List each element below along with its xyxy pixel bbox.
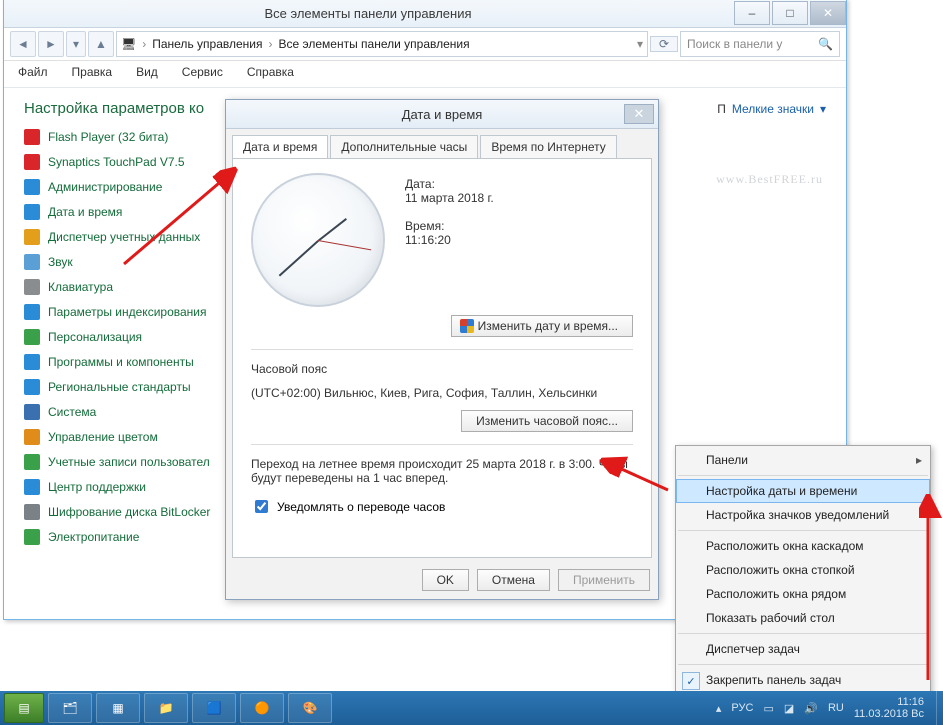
system-tray: ▴ РУС ▭ ◪ 🔊 RU 11:16 11.03.2018 Вс bbox=[716, 696, 932, 720]
tray-date: 11.03.2018 Вс bbox=[854, 708, 924, 720]
taskbar: ▤ 🗂 ▦ 📁 🟦 🟠 🎨 ▴ РУС ▭ ◪ 🔊 RU 11:16 11.03… bbox=[0, 691, 943, 725]
tray-lang-small[interactable]: РУС bbox=[731, 702, 753, 714]
taskbar-app-3[interactable]: 📁 bbox=[144, 693, 188, 723]
tray-lang[interactable]: RU bbox=[828, 702, 844, 714]
taskbar-app-5[interactable]: 🟠 bbox=[240, 693, 284, 723]
tray-volume-icon[interactable]: 🔊 bbox=[804, 702, 818, 715]
tray-chevron-icon[interactable]: ▴ bbox=[716, 702, 722, 715]
taskbar-app-4[interactable]: 🟦 bbox=[192, 693, 236, 723]
taskbar-app-2[interactable]: ▦ bbox=[96, 693, 140, 723]
start-button[interactable]: ▤ bbox=[4, 693, 44, 723]
taskbar-app-6[interactable]: 🎨 bbox=[288, 693, 332, 723]
annotation-arrows bbox=[0, 0, 943, 725]
tray-network-icon[interactable]: ◪ bbox=[784, 702, 794, 715]
taskbar-app-1[interactable]: 🗂 bbox=[48, 693, 92, 723]
tray-time: 11:16 bbox=[897, 696, 924, 708]
show-desktop-button[interactable] bbox=[936, 691, 943, 725]
tray-clock[interactable]: 11:16 11.03.2018 Вс bbox=[854, 696, 924, 720]
tray-flag-icon[interactable]: ▭ bbox=[763, 702, 773, 715]
